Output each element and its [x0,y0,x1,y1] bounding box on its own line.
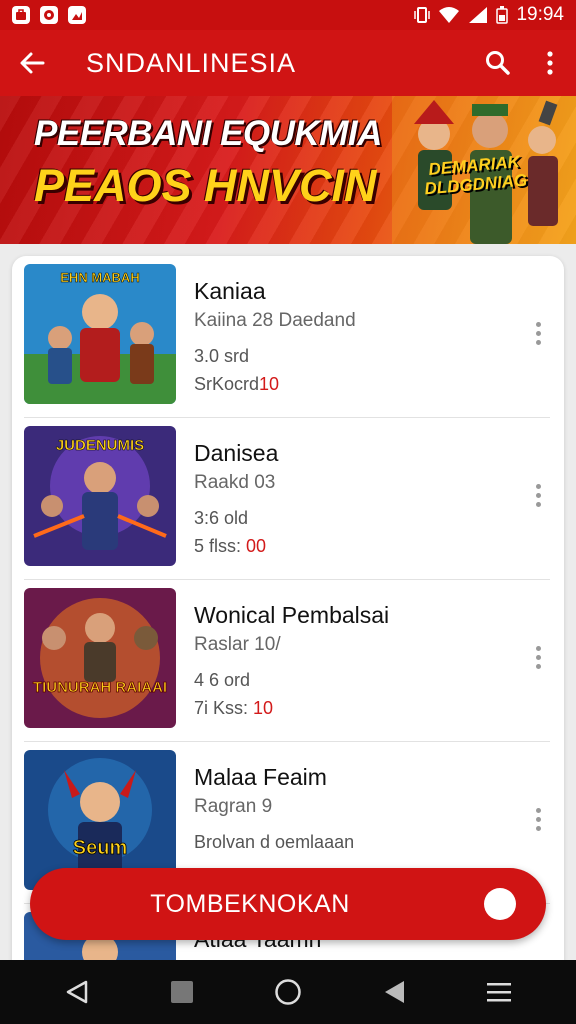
game-subtitle: Raakd 03 [194,472,276,493]
item-more-button[interactable] [524,802,552,836]
primary-action-label: TOMBEKNOKAN [150,890,350,918]
meta-label: 5 flss: [194,536,247,556]
list-item[interactable]: EHN MABAH Kaniaa Kaiina 28 Daedand 3.0 s… [12,256,564,418]
thumbnail-title: EHN MABAH [60,270,139,285]
game-meta-secondary: 7i Kss: 10 [194,698,273,719]
game-title: Kaniaa [194,278,266,304]
item-more-button[interactable] [524,478,552,512]
meta-label: 7i Kss: [194,698,254,718]
briefcase-notification-icon [12,6,30,24]
nav-home-icon [275,979,301,1005]
search-button[interactable] [472,30,524,96]
signal-icon [469,7,488,23]
system-navigation-bar [0,960,576,1024]
game-thumbnail: JUDENUMIS [24,426,176,566]
game-subtitle: Ragran 9 [194,796,273,817]
more-vert-icon [547,51,553,75]
game-title: Wonical Pembalsai [194,602,390,628]
item-more-button[interactable] [524,316,552,350]
game-meta: 4 6 ord [194,670,251,690]
game-meta-secondary: SrKocrd10 [194,374,279,395]
back-button[interactable] [0,30,64,96]
meta-value: 10 [259,374,280,394]
notification-icons [12,6,86,24]
game-thumbnail: EHN MABAH [24,264,176,404]
nav-prev-button[interactable] [372,970,416,1014]
game-subtitle: Kaiina 28 Daedand [194,310,356,331]
game-meta-secondary: 5 flss: 00 [194,536,266,557]
nav-back-button[interactable] [55,970,99,1014]
game-title: Malaa Feaim [194,764,327,790]
promo-banner[interactable]: PEERBANI EQUKMIA PEAOS HNVCIN DEMARIAK D… [0,96,576,244]
nav-menu-icon [487,983,512,1002]
game-subtitle: Raslar 10/ [194,634,281,655]
game-meta: Brolvan d oemlaaan [194,832,355,852]
nav-home-button[interactable] [266,970,310,1014]
system-indicators: 19:94 [414,4,564,26]
list-item[interactable]: TIUNURAH RAIAAI Wonical Pembalsai Raslar… [12,580,564,742]
game-title: Danisea [194,440,279,466]
thumbnail-title: TIUNURAH RAIAAI [33,679,167,696]
vibrate-icon [414,7,431,23]
more-options-button[interactable] [524,30,576,96]
page-title: SNDANLINESIA [86,47,297,78]
game-meta: 3:6 old [194,508,249,528]
nav-recent-button[interactable] [160,970,204,1014]
wifi-icon [439,7,460,23]
meta-label: SrKocrd [194,374,260,394]
thumbnail-title: JUDENUMIS [56,437,144,454]
app-bar: SNDANLINESIA [0,30,576,96]
nav-prev-icon [384,981,404,1003]
battery-icon [496,6,509,24]
banner-subheadline: PEAOS HNVCIN [34,160,377,211]
meta-value: 00 [246,536,267,556]
messenger-notification-icon [40,6,58,24]
primary-action-button[interactable]: TOMBEKNOKAN [30,868,546,940]
list-item[interactable]: JUDENUMIS Danisea Raakd 03 3:6 old 5 fls… [12,418,564,580]
game-thumbnail: TIUNURAH RAIAAI [24,588,176,728]
nav-recent-icon [171,981,194,1003]
banner-headline: PEERBANI EQUKMIA [34,114,382,153]
action-toggle-knob[interactable] [484,888,516,920]
item-more-button[interactable] [524,640,552,674]
image-notification-icon [68,6,86,24]
status-bar: 19:94 [0,0,576,30]
game-meta: 3.0 srd [194,346,250,366]
arrow-back-icon [20,52,45,74]
thumbnail-title: Seum [73,837,127,859]
search-icon [486,51,510,75]
nav-back-icon [66,980,88,1004]
clock: 19:94 [516,4,564,25]
nav-menu-button[interactable] [477,970,521,1014]
meta-value: 10 [253,698,274,718]
